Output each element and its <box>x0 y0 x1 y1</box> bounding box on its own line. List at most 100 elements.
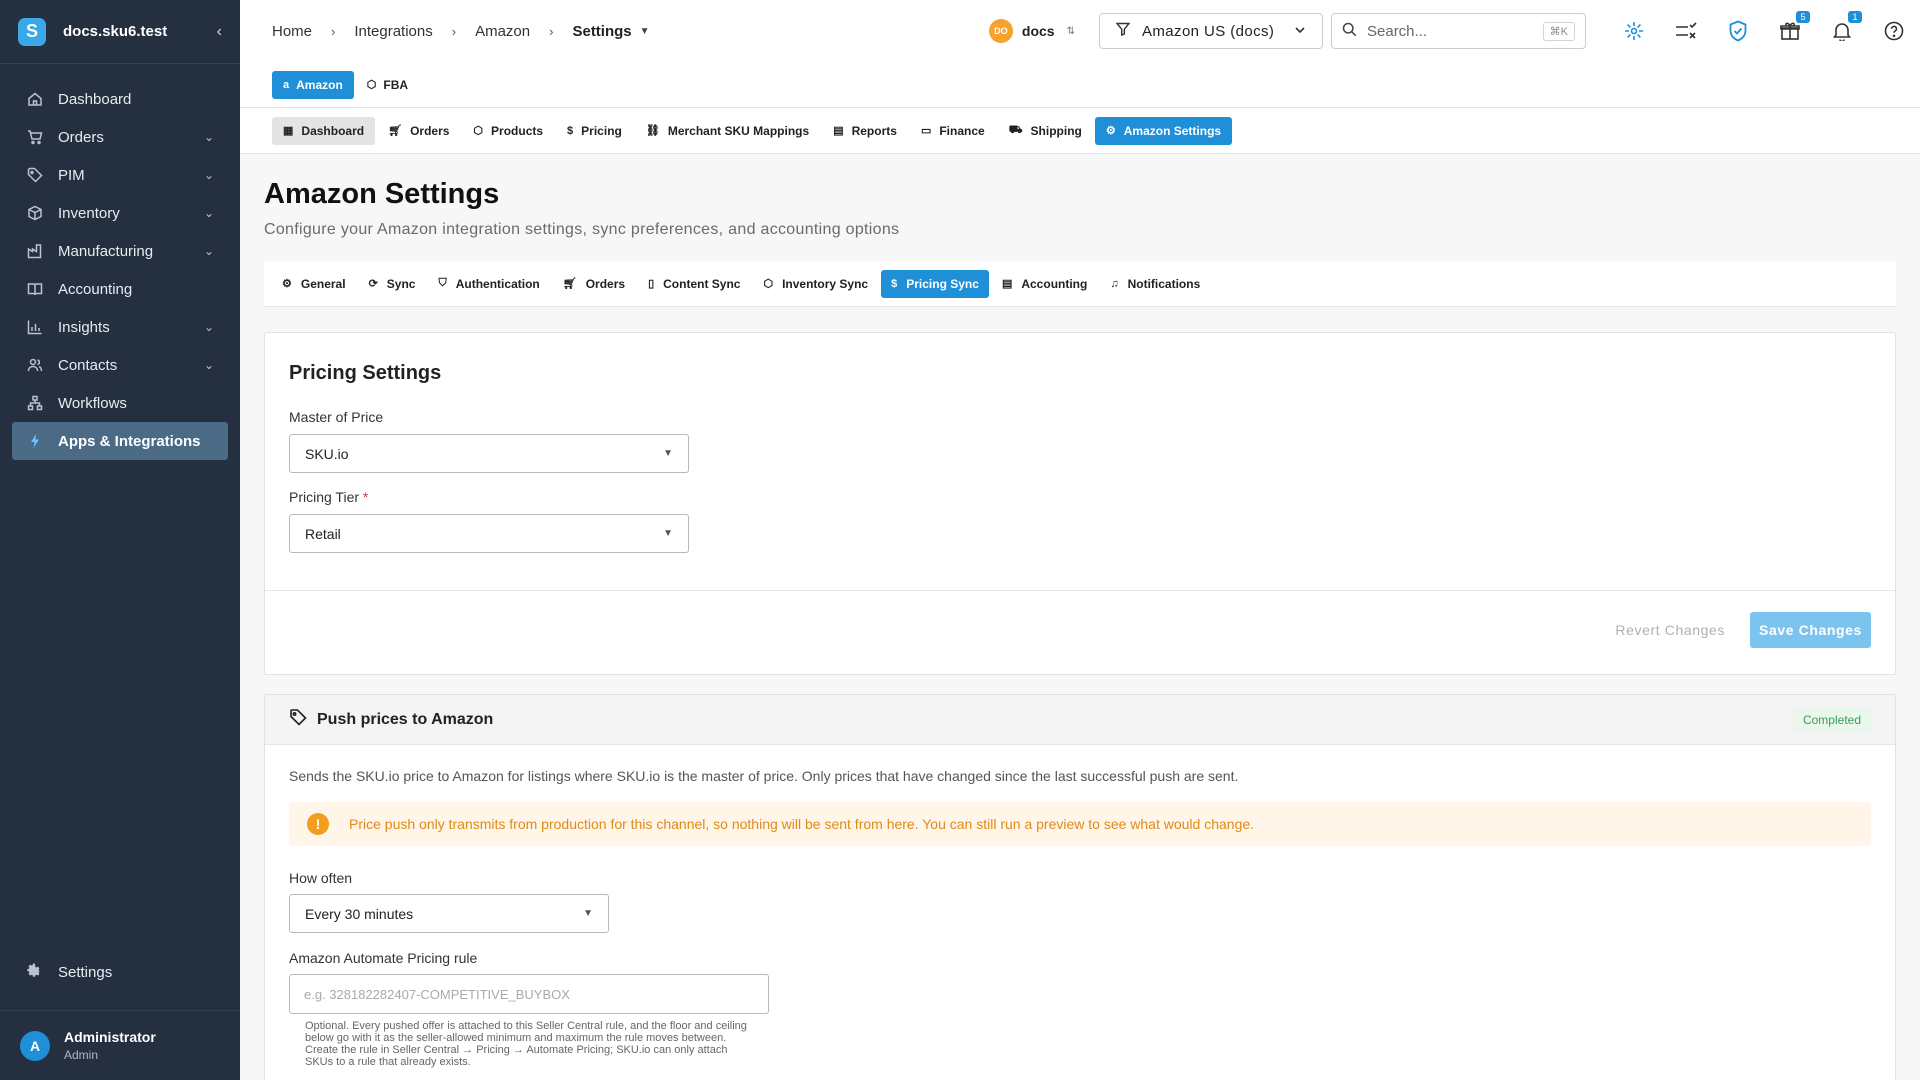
subnav-orders[interactable]: 🛒︎ Orders <box>377 117 460 145</box>
sidebar-item-label: PIM <box>58 166 85 184</box>
sidebar-item-manufacturing[interactable]: Manufacturing ⌄ <box>0 232 240 270</box>
tab-sync[interactable]: ⟳ Sync <box>359 270 426 298</box>
tab-content-sync[interactable]: ▯ Content Sync <box>638 270 750 298</box>
sidebar-item-orders[interactable]: Orders ⌄ <box>0 118 240 156</box>
sidebar-item-dashboard[interactable]: Dashboard <box>0 80 240 118</box>
ai-sparkle-icon[interactable] <box>1622 19 1646 43</box>
tab-amazon[interactable]: a Amazon <box>272 70 354 99</box>
tab-label: Inventory Sync <box>782 276 869 291</box>
tab-label: Amazon <box>296 77 343 92</box>
integrations-icon <box>26 432 44 450</box>
tab-label: Sync <box>386 276 416 291</box>
cart-icon: 🛒︎ <box>388 125 403 137</box>
tab-label: Pricing Sync <box>906 276 979 291</box>
subnav-finance[interactable]: ▭ Finance <box>910 117 996 145</box>
breadcrumb-integrations[interactable]: Integrations <box>354 23 432 40</box>
tab-orders[interactable]: 🛒︎ Orders <box>553 270 635 298</box>
factory-icon <box>26 242 44 260</box>
workspace-switcher[interactable]: DO docs ⇅ <box>988 19 1075 43</box>
sidebar-item-workflows[interactable]: Workflows <box>0 384 240 422</box>
search-input[interactable]: Search... ⌘K <box>1331 13 1586 49</box>
subnav-label: Shipping <box>1030 123 1082 138</box>
tasks-icon[interactable] <box>1674 19 1698 43</box>
sidebar: S docs.sku6.test ‹ Dashboard Orders ⌄ PI… <box>0 0 240 1080</box>
subnav-shipping[interactable]: ⛟ Shipping <box>998 117 1093 145</box>
store-selector[interactable]: Amazon US (docs) <box>1099 13 1323 49</box>
sidebar-item-contacts[interactable]: Contacts ⌄ <box>0 346 240 384</box>
user-profile[interactable]: A Administrator Admin <box>0 1010 240 1080</box>
frequency-label: How often <box>289 870 353 886</box>
report-icon: ▤ <box>833 125 844 137</box>
sidebar-item-label: Orders <box>58 128 104 146</box>
bell-icon[interactable]: 1 <box>1830 11 1862 43</box>
truck-icon: ⛟ <box>1008 123 1023 136</box>
sidebar-item-apps-integrations[interactable]: Apps & Integrations <box>12 422 228 460</box>
sidebar-item-settings[interactable]: Settings <box>0 952 240 992</box>
tab-fba[interactable]: ⬡ FBA <box>356 71 419 99</box>
avatar: A <box>20 1030 50 1061</box>
tab-general[interactable]: ⚙ General <box>272 270 356 298</box>
frequency-select[interactable]: Every 30 minutes ▼ <box>289 894 609 933</box>
app-logo[interactable]: S <box>18 17 46 46</box>
subnav-pricing[interactable]: $ Pricing <box>556 117 633 145</box>
book-icon <box>26 280 44 298</box>
warning-banner: ! Price push only transmits from product… <box>289 802 1871 846</box>
push-prices-card: Push prices to Amazon Completed Sends th… <box>264 694 1896 1080</box>
tab-label: Orders <box>585 276 626 291</box>
sync-icon: ⟳ <box>368 278 378 290</box>
select-value: Every 30 minutes <box>305 905 414 922</box>
subnav-label: Reports <box>851 123 897 138</box>
subnav-reports[interactable]: ▤ Reports <box>822 117 908 145</box>
chevron-down-icon: ⌄ <box>203 320 214 334</box>
gear-icon <box>26 962 44 982</box>
shield-icon[interactable] <box>1726 19 1750 43</box>
sidebar-item-accounting[interactable]: Accounting <box>0 270 240 308</box>
tab-label: Accounting <box>1021 276 1088 291</box>
page-title: Amazon Settings <box>264 178 500 210</box>
workspace-badge: DO <box>988 19 1013 43</box>
tab-notifications[interactable]: ♫ Notifications <box>1100 270 1210 298</box>
help-icon[interactable] <box>1882 19 1906 43</box>
box-icon: ⬡ <box>366 79 377 91</box>
tab-authentication[interactable]: ⛉ Authentication <box>428 270 549 298</box>
sidebar-header: S docs.sku6.test ‹ <box>0 0 240 64</box>
revert-changes-button[interactable]: Revert Changes <box>1605 612 1735 648</box>
subnav-products[interactable]: ⬡ Products <box>462 117 554 145</box>
breadcrumb-home[interactable]: Home <box>272 23 312 40</box>
breadcrumb-amazon[interactable]: Amazon <box>475 23 530 40</box>
chevron-down-icon[interactable]: ▼ <box>640 26 650 37</box>
push-prices-header: Push prices to Amazon Completed <box>265 695 1895 745</box>
tab-label: Notifications <box>1127 276 1201 291</box>
automate-pricing-rule-label: Amazon Automate Pricing rule <box>289 950 478 966</box>
collapse-sidebar-button[interactable]: ‹ <box>217 23 222 41</box>
users-icon <box>26 356 44 374</box>
gift-icon[interactable]: 5 <box>1778 11 1810 43</box>
chevron-down-icon: ⌄ <box>203 358 214 372</box>
tab-pricing-sync[interactable]: $ Pricing Sync <box>881 269 989 298</box>
breadcrumb: Home › Integrations › Amazon › Settings … <box>272 23 650 40</box>
tab-inventory-sync[interactable]: ⬡ Inventory Sync <box>753 270 878 298</box>
subnav-label: Pricing <box>581 123 622 138</box>
breadcrumb-settings[interactable]: Settings <box>572 23 631 40</box>
tab-accounting[interactable]: ▤ Accounting <box>992 270 1097 298</box>
sidebar-item-insights[interactable]: Insights ⌄ <box>0 308 240 346</box>
caret-down-icon: ▼ <box>583 908 593 919</box>
pricing-tier-select[interactable]: Retail ▼ <box>289 514 689 553</box>
automate-pricing-rule-help: Optional. Every pushed offer is attached… <box>305 1020 747 1068</box>
subnav-amazon-settings[interactable]: ⚙ Amazon Settings <box>1094 116 1233 145</box>
tab-label: Authentication <box>455 276 540 291</box>
sidebar-item-label: Apps & Integrations <box>58 432 201 450</box>
automate-pricing-rule-input[interactable] <box>289 974 769 1014</box>
save-changes-button[interactable]: Save Changes <box>1750 612 1871 648</box>
sidebar-item-pim[interactable]: PIM ⌄ <box>0 156 240 194</box>
master-of-price-select[interactable]: SKU.io ▼ <box>289 434 689 473</box>
subnav-label: Orders <box>410 123 450 138</box>
subnav-dashboard[interactable]: ▦ Dashboard <box>272 116 376 145</box>
calculator-icon: ▤ <box>1001 278 1013 290</box>
subnav-label: Finance <box>939 123 985 138</box>
tag-icon <box>289 708 307 731</box>
subnav-merchant-sku-mappings[interactable]: ⛓ Merchant SKU Mappings <box>635 117 820 145</box>
sidebar-item-inventory[interactable]: Inventory ⌄ <box>0 194 240 232</box>
chevron-right-icon: › <box>331 23 336 39</box>
card-heading: Pricing Settings <box>289 362 442 384</box>
